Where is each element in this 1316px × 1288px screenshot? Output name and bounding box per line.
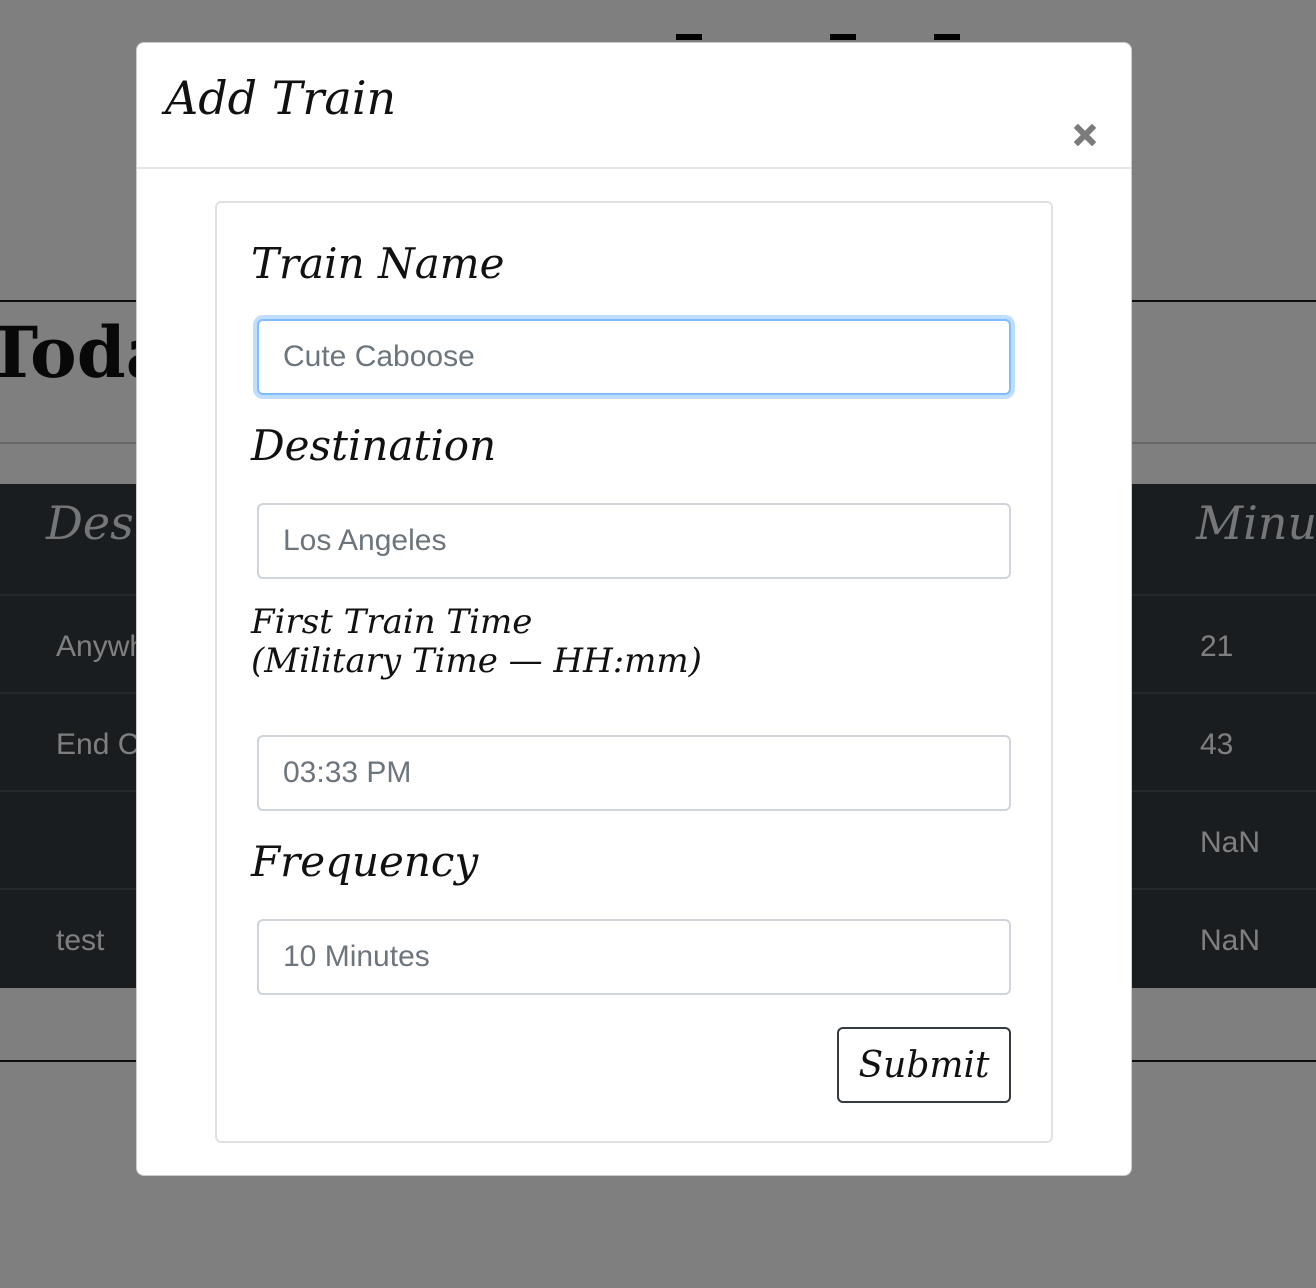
modal-title: Add Train <box>165 71 397 125</box>
add-train-modal: Add Train Train Name Destination First T… <box>136 42 1132 1176</box>
modal-header: Add Train <box>137 43 1131 169</box>
train-name-input[interactable] <box>257 319 1011 395</box>
add-train-form: Train Name Destination First Train Time … <box>215 201 1053 1143</box>
destination-label: Destination <box>251 421 497 470</box>
train-name-label: Train Name <box>251 239 505 288</box>
first-train-time-input[interactable] <box>257 735 1011 811</box>
close-icon[interactable] <box>1071 121 1099 149</box>
submit-button[interactable]: Submit <box>837 1027 1011 1103</box>
first-train-time-label: First Train Time (Military Time — HH:mm) <box>251 602 702 682</box>
frequency-input[interactable] <box>257 919 1011 995</box>
destination-input[interactable] <box>257 503 1011 579</box>
frequency-label: Frequency <box>251 837 479 886</box>
